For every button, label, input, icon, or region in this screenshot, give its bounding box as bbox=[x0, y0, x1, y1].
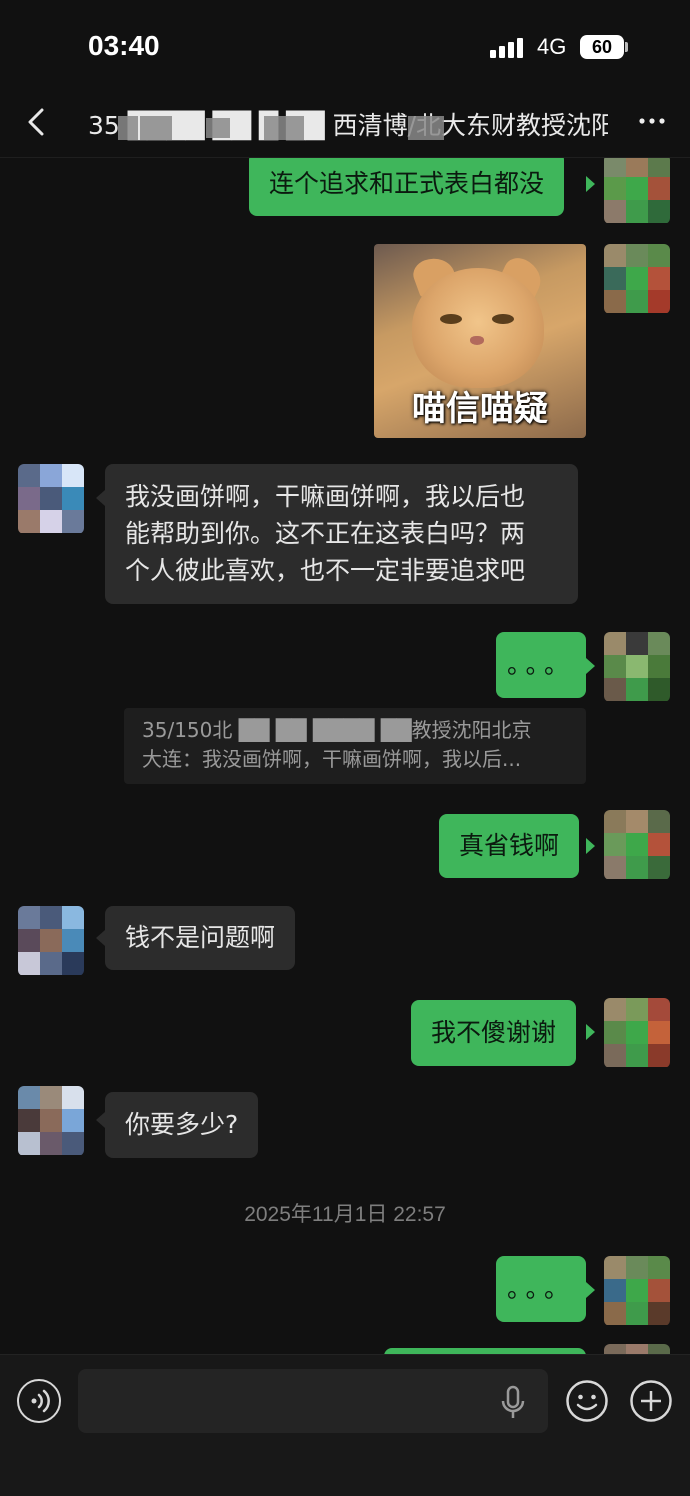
redaction-block bbox=[118, 116, 138, 140]
my-avatar[interactable] bbox=[604, 1256, 670, 1326]
message-text: 连个追求和正式表白都没 bbox=[269, 169, 545, 198]
quote-sender: 35/150北 ██ ██ ████ ██教授沈阳北京 bbox=[142, 718, 532, 742]
battery-tip bbox=[625, 42, 628, 52]
chevron-left-icon[interactable] bbox=[22, 104, 52, 140]
sticker-caption: 喵信喵疑 bbox=[412, 389, 548, 429]
network-type: 4G bbox=[537, 34, 567, 59]
bubble-tail bbox=[96, 490, 105, 506]
cat-nose bbox=[470, 336, 484, 345]
redaction-block bbox=[206, 118, 230, 138]
my-avatar[interactable] bbox=[604, 1344, 670, 1354]
input-bar bbox=[0, 1354, 690, 1496]
redaction-block bbox=[408, 116, 444, 140]
ellipsis-icon[interactable] bbox=[632, 106, 672, 136]
bubble-tail bbox=[586, 658, 595, 674]
cat-face bbox=[412, 268, 544, 388]
cat-eye bbox=[440, 314, 462, 324]
message-text: 真省钱啊 bbox=[459, 831, 560, 860]
message-text-line: 能帮助到你。这不正在这表白吗？两 bbox=[125, 519, 526, 548]
message-timestamp: 2025年11月1日 22:57 bbox=[244, 1203, 446, 1226]
redaction-block bbox=[140, 116, 172, 140]
quoted-message[interactable]: 35/150北 ██ ██ ████ ██教授沈阳北京 大连：我没画饼啊，干嘛画… bbox=[124, 708, 586, 784]
contact-avatar[interactable] bbox=[18, 906, 84, 976]
bubble-tail bbox=[586, 838, 595, 854]
message-text: 。。。 bbox=[506, 650, 575, 679]
incoming-message-bubble[interactable]: 我没画饼啊，干嘛画饼啊，我以后也 能帮助到你。这不正在这表白吗？两 个人彼此喜欢… bbox=[105, 464, 578, 604]
status-bar: 03:40 4G 60 bbox=[0, 0, 690, 90]
bubble-tail bbox=[586, 1024, 595, 1040]
battery-icon: 60 bbox=[580, 35, 624, 59]
message-text: 钱不是问题啊 bbox=[125, 923, 276, 952]
bubble-tail bbox=[586, 1282, 595, 1298]
outgoing-message-bubble[interactable]: 真省钱啊 bbox=[439, 814, 580, 878]
status-time: 03:40 bbox=[88, 30, 160, 61]
contact-avatar[interactable] bbox=[18, 464, 84, 534]
outgoing-message-bubble[interactable]: 。。。 bbox=[496, 632, 586, 698]
bubble-tail bbox=[96, 1112, 105, 1128]
quote-text: 大连：我没画饼啊，干嘛画饼啊，我以后... bbox=[142, 747, 522, 771]
chat-header: 35 ████ ██ █ ██ 西清博/北大东财教授沈阳北京 bbox=[0, 90, 690, 158]
cat-eye bbox=[492, 314, 514, 324]
message-text: 你要多少? bbox=[125, 1110, 239, 1139]
redaction-block bbox=[264, 116, 304, 140]
cat-sticker-image[interactable]: 喵信喵疑 bbox=[374, 244, 586, 438]
voice-icon[interactable] bbox=[17, 1379, 61, 1423]
outgoing-message-bubble[interactable]: 。。。 bbox=[496, 1256, 586, 1322]
message-text-line: 我没画饼啊，干嘛画饼啊，我以后也 bbox=[125, 482, 526, 511]
signal-icon bbox=[490, 36, 526, 58]
plus-icon[interactable] bbox=[629, 1379, 673, 1423]
bubble-tail bbox=[586, 176, 595, 192]
message-text: 。。。 bbox=[506, 1274, 575, 1303]
my-avatar[interactable] bbox=[604, 244, 670, 314]
contact-avatar[interactable] bbox=[18, 1086, 84, 1156]
outgoing-message-bubble[interactable]: 我不傻谢谢 bbox=[411, 1000, 577, 1066]
my-avatar[interactable] bbox=[604, 810, 670, 880]
incoming-message-bubble[interactable]: 钱不是问题啊 bbox=[105, 906, 296, 970]
message-text-line: 个人彼此喜欢，也不一定非要追求吧 bbox=[125, 556, 526, 585]
outgoing-message-bubble[interactable]: 连个追求和正式表白都没 bbox=[249, 158, 565, 216]
emoji-icon[interactable] bbox=[565, 1379, 609, 1423]
my-avatar[interactable] bbox=[604, 632, 670, 702]
incoming-message-bubble[interactable]: 你要多少? bbox=[105, 1092, 259, 1158]
message-input[interactable] bbox=[78, 1369, 548, 1433]
my-avatar[interactable] bbox=[604, 998, 670, 1068]
my-avatar[interactable] bbox=[604, 158, 670, 224]
message-text: 我不傻谢谢 bbox=[431, 1018, 557, 1047]
mic-icon[interactable] bbox=[500, 1385, 526, 1421]
message-list[interactable]: 连个追求和正式表白都没 喵信喵疑 我没画饼啊，干嘛画饼啊，我以后也 能帮助到你。… bbox=[0, 158, 690, 1354]
bubble-tail bbox=[96, 930, 105, 946]
